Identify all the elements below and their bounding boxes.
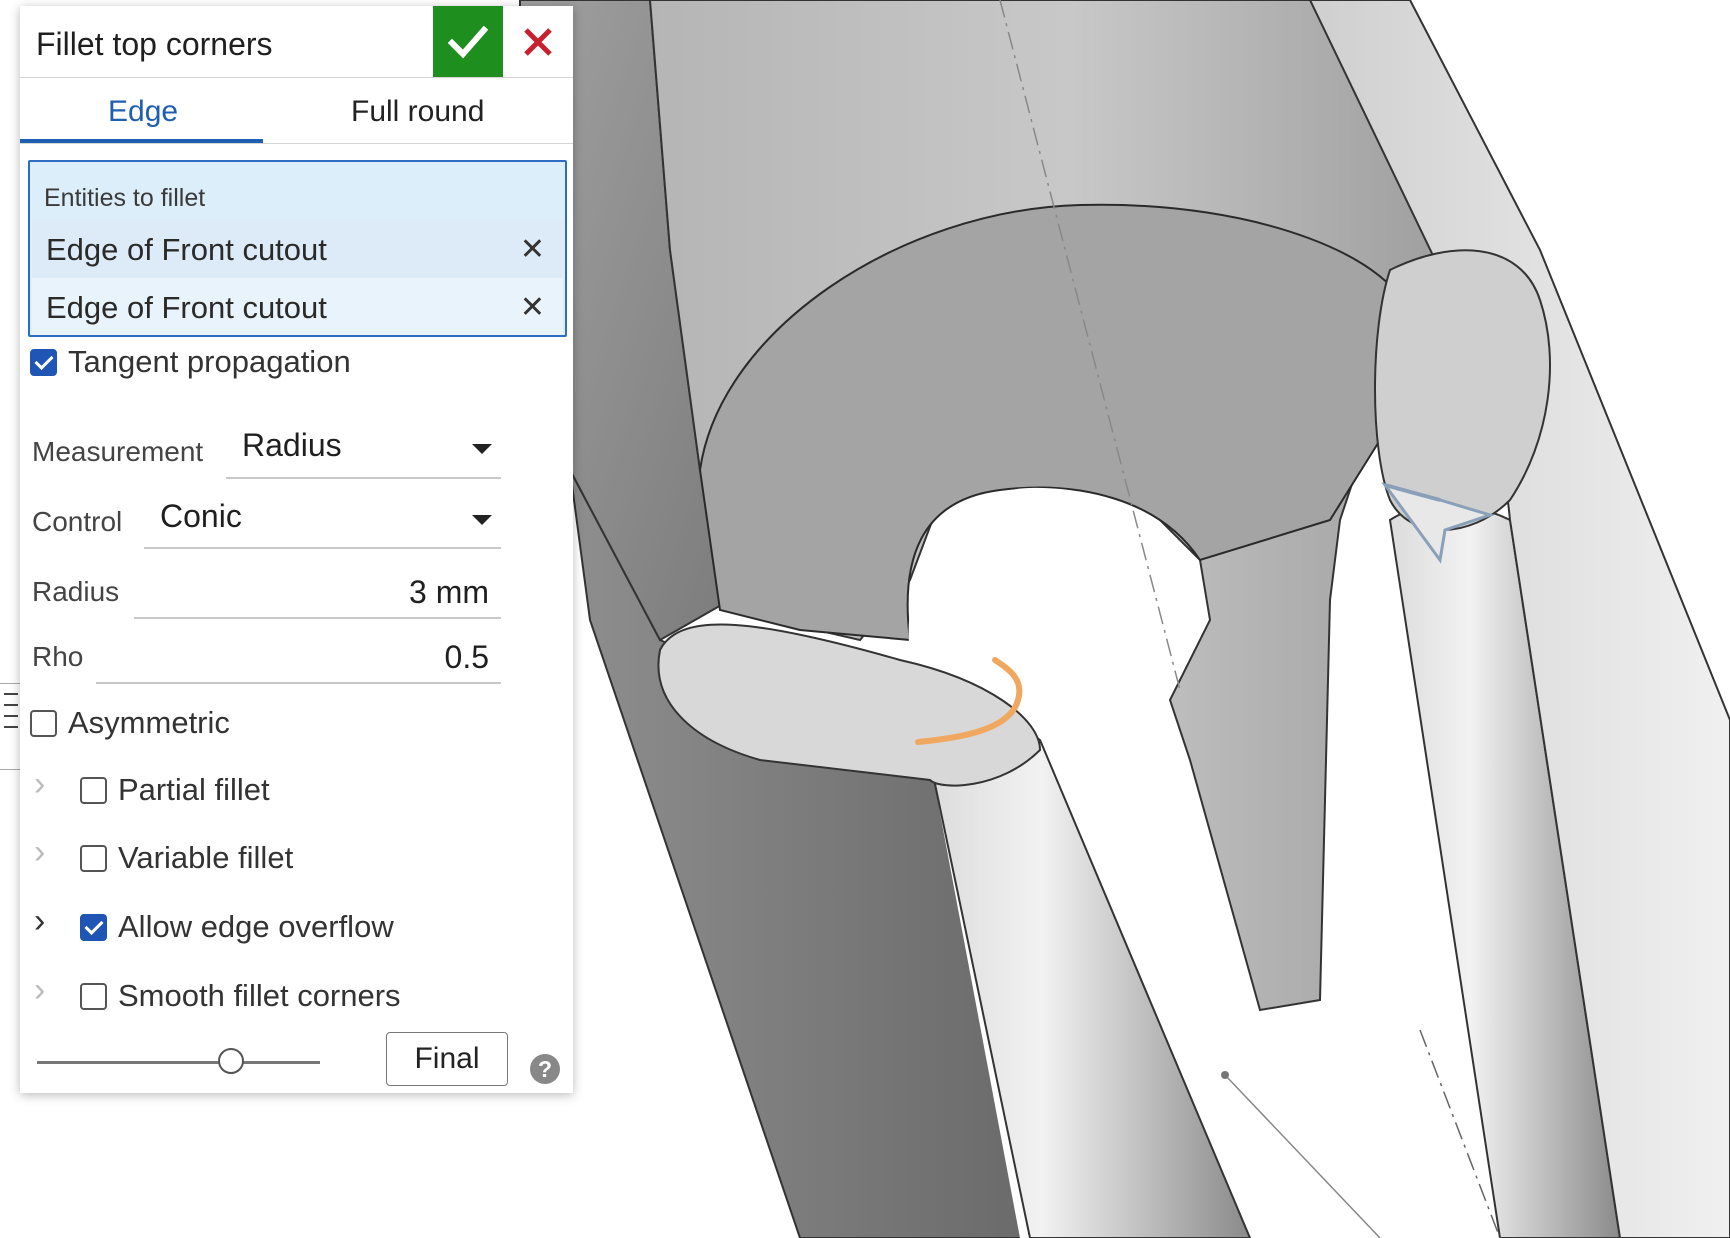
dialog-title: Fillet top corners (36, 26, 273, 62)
measurement-value: Radius (242, 427, 342, 463)
checkmark-icon (448, 25, 488, 58)
chevron-down-icon (472, 444, 492, 454)
chevron-down-icon (472, 515, 492, 525)
allow-edge-overflow-checkbox[interactable] (80, 913, 107, 941)
tangent-propagation-checkbox[interactable] (30, 348, 57, 376)
asymmetric-checkbox[interactable] (30, 709, 57, 737)
tangent-propagation-label: Tangent propagation (68, 344, 351, 379)
measurement-select[interactable]: Radius (226, 404, 501, 482)
allow-edge-overflow-label: Allow edge overflow (118, 909, 394, 944)
variable-fillet-checkbox[interactable] (80, 844, 107, 872)
control-value: Conic (160, 498, 242, 534)
rho-label: Rho (32, 641, 84, 672)
smooth-fillet-corners-row: Smooth fillet corners (80, 976, 401, 1016)
asymmetric-row: Asymmetric (30, 703, 230, 743)
confirm-button[interactable] (433, 6, 503, 77)
help-icon[interactable]: ? (530, 1054, 560, 1084)
entities-label: Entities to fillet (44, 184, 206, 212)
radius-label: Radius (32, 576, 120, 607)
entity-item-label: Edge of Front cutout (46, 232, 327, 267)
entities-to-fillet-field[interactable]: Entities to fillet Edge of Front cutout … (28, 160, 567, 337)
cancel-button[interactable] (503, 6, 573, 77)
rollback-slider-knob[interactable] (218, 1048, 244, 1074)
rho-value: 0.5 (444, 639, 489, 675)
allow-edge-overflow-row: Allow edge overflow (80, 907, 394, 947)
tab-full-round[interactable]: Full round (351, 95, 484, 129)
radius-value: 3 mm (409, 574, 489, 610)
construction-line (1224, 1074, 1381, 1238)
entity-item[interactable]: Edge of Front cutout ✕ (32, 278, 563, 335)
final-button[interactable]: Final (386, 1032, 508, 1086)
tab-bar: Edge Full round (20, 77, 573, 144)
entity-item[interactable]: Edge of Front cutout ✕ (32, 220, 563, 277)
radius-input[interactable]: 3 mm (134, 556, 501, 622)
entity-item-label: Edge of Front cutout (46, 290, 327, 325)
partial-fillet-label: Partial fillet (118, 772, 270, 807)
tab-edge[interactable]: Edge (108, 95, 178, 129)
measurement-label: Measurement (32, 436, 204, 467)
smooth-fillet-corners-label: Smooth fillet corners (118, 978, 401, 1013)
close-icon (524, 27, 552, 56)
construction-point (1221, 1071, 1229, 1079)
rho-input[interactable]: 0.5 (96, 621, 501, 687)
partial-fillet-row: Partial fillet (80, 770, 270, 810)
asymmetric-label: Asymmetric (68, 705, 230, 740)
remove-entity-icon[interactable]: ✕ (520, 290, 545, 325)
side-list-toggle[interactable] (0, 683, 20, 770)
partial-fillet-checkbox[interactable] (80, 776, 107, 804)
field-underline (144, 547, 501, 549)
remove-entity-icon[interactable]: ✕ (520, 232, 545, 267)
active-tab-indicator (20, 139, 263, 143)
smooth-fillet-corners-checkbox[interactable] (80, 982, 107, 1010)
control-select[interactable]: Conic (144, 474, 501, 552)
expand-chevron-icon[interactable]: › (34, 902, 45, 941)
dialog-header: Fillet top corners (20, 6, 573, 78)
control-label: Control (32, 506, 123, 537)
fillet-dialog: Fillet top corners Edge Full round Entit… (20, 6, 573, 1093)
variable-fillet-label: Variable fillet (118, 840, 294, 875)
variable-fillet-row: Variable fillet (80, 838, 293, 878)
rollback-slider-track[interactable] (37, 1061, 320, 1064)
expand-chevron-icon[interactable]: › (34, 971, 45, 1010)
expand-chevron-icon[interactable]: › (34, 765, 45, 804)
expand-chevron-icon[interactable]: › (34, 833, 45, 872)
field-underline (96, 682, 501, 684)
field-underline (134, 617, 501, 619)
tangent-propagation-row: Tangent propagation (30, 342, 351, 382)
